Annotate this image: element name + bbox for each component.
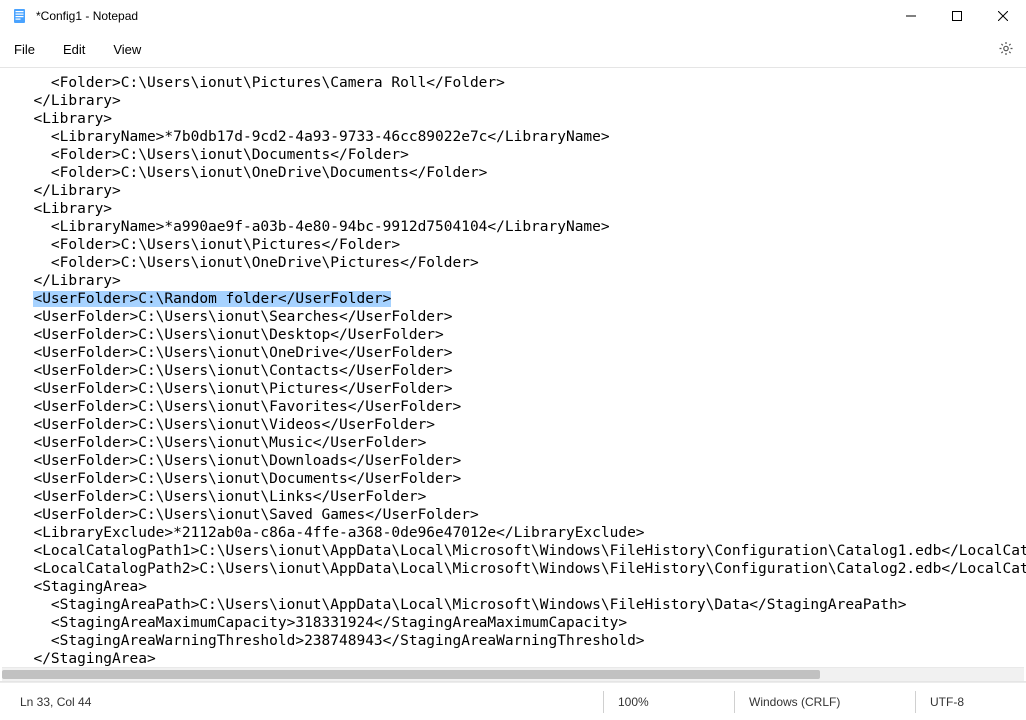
editor-line[interactable]: <LibraryName>*a990ae9f-a03b-4e80-94bc-99… — [16, 218, 1012, 236]
editor-line[interactable]: </StagingArea> — [16, 650, 1012, 667]
editor-line[interactable]: <UserFolder>C:\Random folder</UserFolder… — [16, 290, 1012, 308]
menu-bar: File Edit View — [0, 32, 1026, 68]
close-button[interactable] — [980, 0, 1026, 32]
status-line-ending: Windows (CRLF) — [735, 683, 915, 720]
editor-line[interactable]: <Folder>C:\Users\ionut\Documents</Folder… — [16, 146, 1012, 164]
editor-line[interactable]: <LibraryName>*7b0db17d-9cd2-4a93-9733-46… — [16, 128, 1012, 146]
status-bar: Ln 33, Col 44 100% Windows (CRLF) UTF-8 — [0, 682, 1026, 720]
editor-line[interactable]: <UserFolder>C:\Users\ionut\OneDrive</Use… — [16, 344, 1012, 362]
editor-line[interactable]: <StagingArea> — [16, 578, 1012, 596]
editor-area: <Folder>C:\Users\ionut\Pictures\Camera R… — [0, 68, 1026, 682]
editor-line[interactable]: <LocalCatalogPath2>C:\Users\ionut\AppDat… — [16, 560, 1012, 578]
editor-line[interactable]: <Folder>C:\Users\ionut\Pictures</Folder> — [16, 236, 1012, 254]
editor-line[interactable]: <UserFolder>C:\Users\ionut\Desktop</User… — [16, 326, 1012, 344]
editor-line[interactable]: <UserFolder>C:\Users\ionut\Contacts</Use… — [16, 362, 1012, 380]
editor-line[interactable]: <Folder>C:\Users\ionut\OneDrive\Document… — [16, 164, 1012, 182]
title-bar: *Config1 - Notepad — [0, 0, 1026, 32]
window-controls — [888, 0, 1026, 32]
menu-file[interactable]: File — [14, 42, 35, 57]
editor-line[interactable]: <StagingAreaMaximumCapacity>318331924</S… — [16, 614, 1012, 632]
editor-line[interactable]: <StagingAreaWarningThreshold>238748943</… — [16, 632, 1012, 650]
gear-icon — [998, 45, 1014, 59]
editor-line[interactable]: </Library> — [16, 182, 1012, 200]
editor-line[interactable]: <UserFolder>C:\Users\ionut\Videos</UserF… — [16, 416, 1012, 434]
editor-line[interactable]: <UserFolder>C:\Users\ionut\Documents</Us… — [16, 470, 1012, 488]
editor-line[interactable]: <LocalCatalogPath1>C:\Users\ionut\AppDat… — [16, 542, 1012, 560]
notepad-icon — [12, 8, 28, 24]
editor-line[interactable]: </Library> — [16, 272, 1012, 290]
status-position: Ln 33, Col 44 — [0, 683, 603, 720]
horizontal-scrollbar[interactable] — [2, 667, 1024, 681]
settings-button[interactable] — [998, 40, 1014, 59]
editor-line[interactable]: <Folder>C:\Users\ionut\Pictures\Camera R… — [16, 74, 1012, 92]
horizontal-scrollbar-thumb[interactable] — [2, 670, 820, 679]
editor-line[interactable]: <UserFolder>C:\Users\ionut\Music</UserFo… — [16, 434, 1012, 452]
editor-line[interactable]: <UserFolder>C:\Users\ionut\Saved Games</… — [16, 506, 1012, 524]
editor-line[interactable]: <UserFolder>C:\Users\ionut\Downloads</Us… — [16, 452, 1012, 470]
editor-line[interactable]: <Folder>C:\Users\ionut\OneDrive\Pictures… — [16, 254, 1012, 272]
text-editor[interactable]: <Folder>C:\Users\ionut\Pictures\Camera R… — [0, 68, 1026, 667]
editor-line[interactable]: <StagingAreaPath>C:\Users\ionut\AppData\… — [16, 596, 1012, 614]
editor-line[interactable]: <UserFolder>C:\Users\ionut\Pictures</Use… — [16, 380, 1012, 398]
minimize-button[interactable] — [888, 0, 934, 32]
editor-line[interactable]: <Library> — [16, 200, 1012, 218]
menu-edit[interactable]: Edit — [63, 42, 85, 57]
title-bar-left: *Config1 - Notepad — [0, 8, 138, 24]
editor-selection[interactable]: <UserFolder>C:\Random folder</UserFolder… — [33, 291, 391, 307]
window-title: *Config1 - Notepad — [36, 9, 138, 23]
editor-line[interactable]: <Library> — [16, 110, 1012, 128]
editor-line[interactable]: </Library> — [16, 92, 1012, 110]
status-encoding: UTF-8 — [916, 683, 1026, 720]
editor-line[interactable]: <UserFolder>C:\Users\ionut\Favorites</Us… — [16, 398, 1012, 416]
editor-line[interactable]: <UserFolder>C:\Users\ionut\Searches</Use… — [16, 308, 1012, 326]
editor-line[interactable]: <UserFolder>C:\Users\ionut\Links</UserFo… — [16, 488, 1012, 506]
maximize-button[interactable] — [934, 0, 980, 32]
editor-line[interactable]: <LibraryExclude>*2112ab0a-c86a-4ffe-a368… — [16, 524, 1012, 542]
menu-view[interactable]: View — [113, 42, 141, 57]
status-zoom[interactable]: 100% — [604, 683, 734, 720]
